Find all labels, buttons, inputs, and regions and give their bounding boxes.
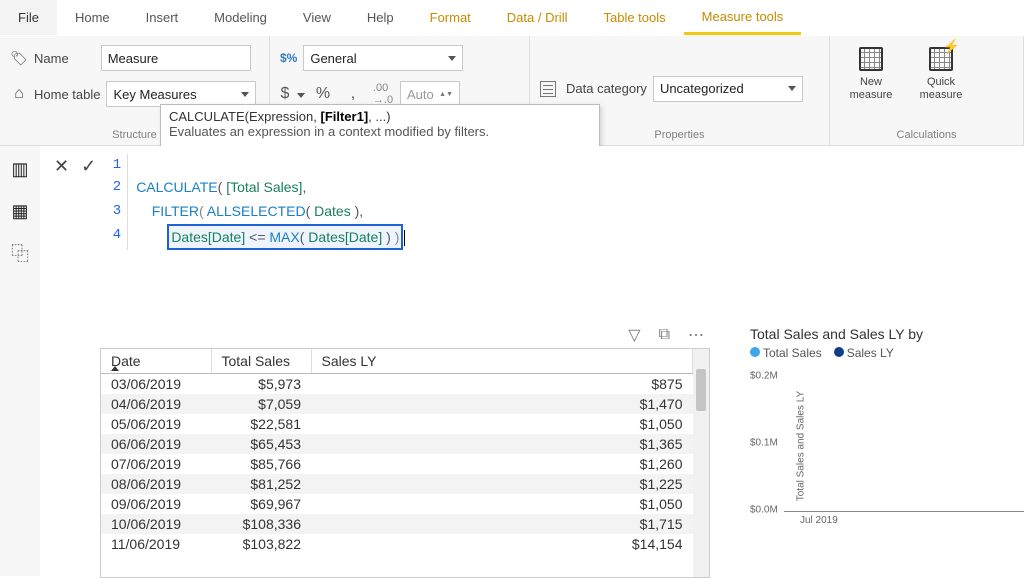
new-measure-label: New measure: [840, 76, 902, 101]
table-row[interactable]: 11/06/2019$103,822$14,154: [101, 534, 693, 554]
data-view-button[interactable]: ▦: [9, 200, 31, 222]
xtick-jul: Jul 2019: [800, 515, 838, 526]
formula-line-2[interactable]: CALCULATE( [Total Sales],: [128, 176, 306, 200]
tab-table-tools[interactable]: Table tools: [585, 0, 683, 35]
ribbon-tabs: File Home Insert Modeling View Help Form…: [0, 0, 1024, 36]
view-rail: ▥ ▦ ⿻: [0, 146, 40, 576]
filter-icon[interactable]: ▽: [628, 325, 640, 345]
table-row[interactable]: 05/06/2019$22,581$1,050: [101, 414, 693, 434]
table-row[interactable]: 06/06/2019$65,453$1,365: [101, 434, 693, 454]
tab-insert[interactable]: Insert: [128, 0, 197, 35]
legend-total: Total Sales: [763, 346, 822, 360]
lightning-icon: ⚡: [943, 38, 960, 55]
tab-view[interactable]: View: [285, 0, 349, 35]
model-view-button[interactable]: ⿻: [9, 242, 31, 264]
tab-file[interactable]: File: [0, 0, 57, 35]
tooltip-sig-bold: [Filter1]: [320, 109, 368, 124]
intellisense-tooltip: CALCULATE(Expression, [Filter1], ...) Ev…: [160, 104, 600, 148]
calculations-caption: Calculations: [840, 127, 1013, 143]
ytick-0: $0.0M: [750, 505, 778, 516]
report-view-button[interactable]: ▥: [9, 158, 31, 180]
tooltip-sig-pre: CALCULATE(Expression,: [169, 109, 320, 124]
more-options-icon[interactable]: ⋯: [688, 325, 704, 345]
data-table: Date Total Sales Sales LY 03/06/2019$5,9…: [101, 349, 693, 554]
tab-home[interactable]: Home: [57, 0, 128, 35]
formula-line-1[interactable]: [128, 154, 136, 176]
focus-mode-icon[interactable]: ⧉: [659, 326, 670, 344]
tab-format[interactable]: Format: [412, 0, 489, 35]
tooltip-sig-post: , ...): [368, 109, 390, 124]
measure-name-label: Name: [34, 51, 69, 66]
chart-visual[interactable]: Total Sales and Sales LY by Total Sales …: [750, 326, 1024, 576]
data-category-value: Uncategorized: [660, 81, 744, 96]
legend-dot-ly: [834, 347, 844, 357]
col-ly[interactable]: Sales LY: [311, 349, 693, 374]
currency-label: $: [281, 85, 290, 103]
tooltip-desc: Evaluates an expression in a context mod…: [169, 124, 591, 139]
scrollbar-thumb[interactable]: [696, 369, 706, 411]
legend-dot-total: [750, 347, 760, 357]
table-row[interactable]: 08/06/2019$81,252$1,225: [101, 474, 693, 494]
chart-title: Total Sales and Sales LY by: [750, 326, 1024, 342]
formula-commit-button[interactable]: ✓: [81, 156, 96, 177]
col-date[interactable]: Date: [101, 349, 211, 374]
home-table-label: Home table: [34, 87, 100, 102]
ytick-1: $0.1M: [750, 437, 778, 448]
new-measure-icon: [859, 47, 883, 71]
tag-icon: [10, 49, 28, 67]
report-canvas: ✕ ✓ 1 2CALCULATE( [Total Sales], 3 FILTE…: [40, 146, 1024, 576]
table-row[interactable]: 03/06/2019$5,973$875: [101, 374, 693, 395]
data-category-select[interactable]: Uncategorized: [653, 76, 803, 102]
format-icon: $%: [280, 51, 297, 65]
tab-data-drill[interactable]: Data / Drill: [489, 0, 586, 35]
tab-measure-tools[interactable]: Measure tools: [684, 0, 802, 35]
decimals-auto-label: Auto: [407, 87, 434, 102]
table-row[interactable]: 10/06/2019$108,336$1,715: [101, 514, 693, 534]
table-row[interactable]: 09/06/2019$69,967$1,050: [101, 494, 693, 514]
format-value: General: [310, 51, 356, 66]
table-visual[interactable]: ▽ ⧉ ⋯ Date Total Sales Sales LY 03/06/20…: [100, 326, 710, 576]
ytick-2: $0.2M: [750, 370, 778, 381]
formula-line-3[interactable]: FILTER( ALLSELECTED( Dates ),: [128, 200, 363, 224]
col-total[interactable]: Total Sales: [211, 349, 311, 374]
home-table-value: Key Measures: [113, 87, 196, 102]
formula-line-4[interactable]: Dates[Date] <= MAX( Dates[Date] ) ): [128, 224, 405, 250]
measure-name-input[interactable]: Measure: [101, 45, 251, 71]
chart-plot-area: Total Sales and Sales LY $0.2M $0.1M $0.…: [750, 366, 1024, 526]
ribbon: Name Measure Home table Key Measures Str…: [0, 36, 1024, 146]
data-category-label: Data category: [566, 81, 647, 96]
formula-cancel-button[interactable]: ✕: [54, 156, 69, 177]
formula-bar[interactable]: ✕ ✓ 1 2CALCULATE( [Total Sales], 3 FILTE…: [54, 154, 1014, 250]
measure-name-value: Measure: [108, 51, 159, 66]
chart-legend: Total Sales Sales LY: [750, 346, 1024, 360]
format-select[interactable]: General: [303, 45, 463, 71]
home-icon: [10, 85, 28, 103]
tab-modeling[interactable]: Modeling: [196, 0, 285, 35]
category-icon: [540, 81, 556, 97]
table-row[interactable]: 04/06/2019$7,059$1,470: [101, 394, 693, 414]
quick-measure-button[interactable]: ⚡ Quick measure: [910, 42, 972, 101]
legend-ly: Sales LY: [847, 346, 894, 360]
new-measure-button[interactable]: New measure: [840, 42, 902, 101]
text-cursor: [404, 230, 405, 246]
table-row[interactable]: 07/06/2019$85,766$1,260: [101, 454, 693, 474]
spinner-icon[interactable]: ▲▼: [439, 91, 453, 98]
quick-measure-label: Quick measure: [910, 76, 972, 101]
table-scrollbar[interactable]: [693, 349, 709, 577]
tab-help[interactable]: Help: [349, 0, 412, 35]
